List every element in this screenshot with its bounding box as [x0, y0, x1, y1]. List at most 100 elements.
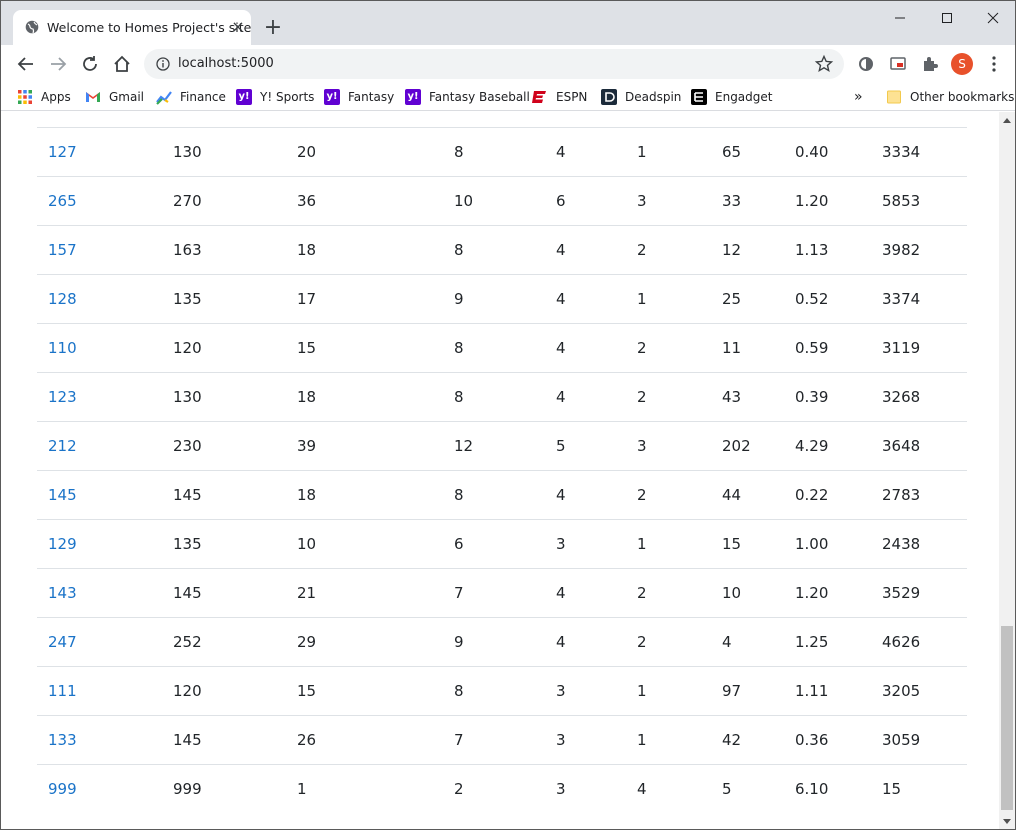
table-cell: 8 [454, 666, 556, 716]
tab-title: Welcome to Homes Project's site [47, 20, 252, 35]
table-cell: 8 [454, 372, 556, 422]
new-tab-button[interactable]: + [263, 17, 283, 39]
other-bookmarks[interactable]: Other bookmarks [886, 88, 1014, 106]
table-row: 127 130 20 8 4 1 65 0.40 3334 [37, 127, 967, 177]
table-cell: 4 [556, 617, 637, 667]
table-cell: 1 [637, 666, 722, 716]
home-icon[interactable] [111, 53, 133, 75]
scroll-up-arrow-icon[interactable] [1003, 118, 1011, 123]
bookmark-espn[interactable]: ESPN [532, 88, 587, 106]
table-cell: 252 [173, 617, 297, 667]
finance-icon [156, 91, 172, 105]
bookmark-deadspin[interactable]: Deadspin [601, 88, 681, 106]
forward-arrow-icon[interactable] [47, 53, 69, 75]
kebab-menu-icon[interactable] [984, 54, 1004, 74]
extensions-puzzle-icon[interactable] [920, 54, 940, 74]
home-id-link[interactable]: 212 [48, 437, 77, 455]
table-row: 999 999 1 2 3 4 5 6.10 15 [37, 764, 967, 814]
reload-icon[interactable] [79, 53, 101, 75]
bookmark-star-icon[interactable] [814, 54, 834, 74]
home-id-link[interactable]: 143 [48, 584, 77, 602]
bookmark-fantasy[interactable]: y! Fantasy [324, 88, 394, 106]
home-id-link[interactable]: 123 [48, 388, 77, 406]
table-cell: 3529 [882, 568, 967, 618]
table-cell: 3 [556, 715, 637, 765]
browser-toolbar: localhost:5000 S [1, 45, 1015, 83]
cast-icon[interactable] [888, 54, 908, 74]
table-cell: 130 [173, 127, 297, 177]
home-id-link[interactable]: 999 [48, 780, 77, 798]
bookmark-y-sports[interactable]: y! Y! Sports [236, 88, 314, 106]
maximize-button[interactable] [936, 9, 958, 27]
scrollbar-thumb[interactable] [1001, 626, 1013, 810]
back-arrow-icon[interactable] [15, 53, 37, 75]
bookmark-apps[interactable]: Apps [17, 88, 71, 106]
table-cell: 5 [722, 764, 795, 814]
table-cell: 2 [637, 225, 722, 275]
table-cell: 12 [722, 225, 795, 275]
bookmark-label: Fantasy Baseball [429, 90, 530, 104]
table-row: 212 230 39 12 5 3 202 4.29 3648 [37, 421, 967, 471]
home-id-link[interactable]: 133 [48, 731, 77, 749]
vertical-scrollbar[interactable] [999, 112, 1015, 829]
engadget-icon [691, 89, 707, 105]
home-id-link[interactable]: 127 [48, 143, 77, 161]
table-cell: 270 [173, 176, 297, 226]
table-cell: 129 [37, 519, 173, 569]
table-cell: 97 [722, 666, 795, 716]
table-cell: 2 [637, 470, 722, 520]
scroll-down-arrow-icon[interactable] [1003, 819, 1011, 824]
extension-circle-icon[interactable] [856, 54, 876, 74]
table-cell: 202 [722, 421, 795, 471]
table-cell: 4 [556, 323, 637, 373]
home-id-link[interactable]: 129 [48, 535, 77, 553]
table-cell: 1.20 [795, 568, 882, 618]
bookmark-label: Other bookmarks [910, 90, 1015, 104]
table-cell: 145 [173, 715, 297, 765]
table-cell: 10 [454, 176, 556, 226]
espn-icon [532, 91, 546, 103]
yahoo-icon: y! [236, 89, 252, 105]
home-id-link[interactable]: 110 [48, 339, 77, 357]
close-window-button[interactable] [982, 9, 1004, 27]
table-cell: 10 [722, 568, 795, 618]
table-cell: 15 [297, 666, 454, 716]
bookmark-engadget[interactable]: Engadget [691, 88, 772, 106]
close-tab-icon[interactable]: × [229, 18, 247, 36]
profile-avatar[interactable]: S [951, 53, 973, 75]
table-cell: 1 [297, 764, 454, 814]
table-cell: 12 [454, 421, 556, 471]
table-cell: 4 [556, 127, 637, 177]
url-text[interactable]: localhost:5000 [178, 56, 274, 71]
minimize-button[interactable] [889, 9, 911, 27]
bookmark-label: ESPN [556, 90, 588, 104]
home-id-link[interactable]: 265 [48, 192, 77, 210]
table-cell: 39 [297, 421, 454, 471]
browser-tab[interactable]: Welcome to Homes Project's site × [13, 10, 251, 45]
table-cell: 2 [637, 617, 722, 667]
bookmark-fantasy-baseball[interactable]: y! Fantasy Baseball [405, 88, 530, 106]
table-cell: 29 [297, 617, 454, 667]
table-cell: 11 [722, 323, 795, 373]
bookmarks-overflow-button[interactable]: » [854, 88, 863, 106]
table-cell: 9 [454, 274, 556, 324]
table-cell: 120 [173, 323, 297, 373]
home-id-link[interactable]: 128 [48, 290, 77, 308]
home-id-link[interactable]: 145 [48, 486, 77, 504]
table-cell: 4 [556, 470, 637, 520]
table-cell: 3 [637, 176, 722, 226]
bookmark-gmail[interactable]: Gmail [85, 88, 144, 106]
address-bar[interactable]: localhost:5000 [144, 49, 844, 79]
home-id-link[interactable]: 247 [48, 633, 77, 651]
table-cell: 145 [173, 568, 297, 618]
bookmark-finance[interactable]: Finance [156, 88, 226, 106]
info-icon[interactable] [156, 57, 170, 71]
browser-window: Welcome to Homes Project's site × + loca… [0, 0, 1016, 830]
home-id-link[interactable]: 111 [48, 682, 77, 700]
table-cell: 15 [882, 764, 967, 814]
table-cell: 7 [454, 715, 556, 765]
home-id-link[interactable]: 157 [48, 241, 77, 259]
table-cell: 8 [454, 225, 556, 275]
table-cell: 15 [297, 323, 454, 373]
table-cell: 3 [556, 519, 637, 569]
